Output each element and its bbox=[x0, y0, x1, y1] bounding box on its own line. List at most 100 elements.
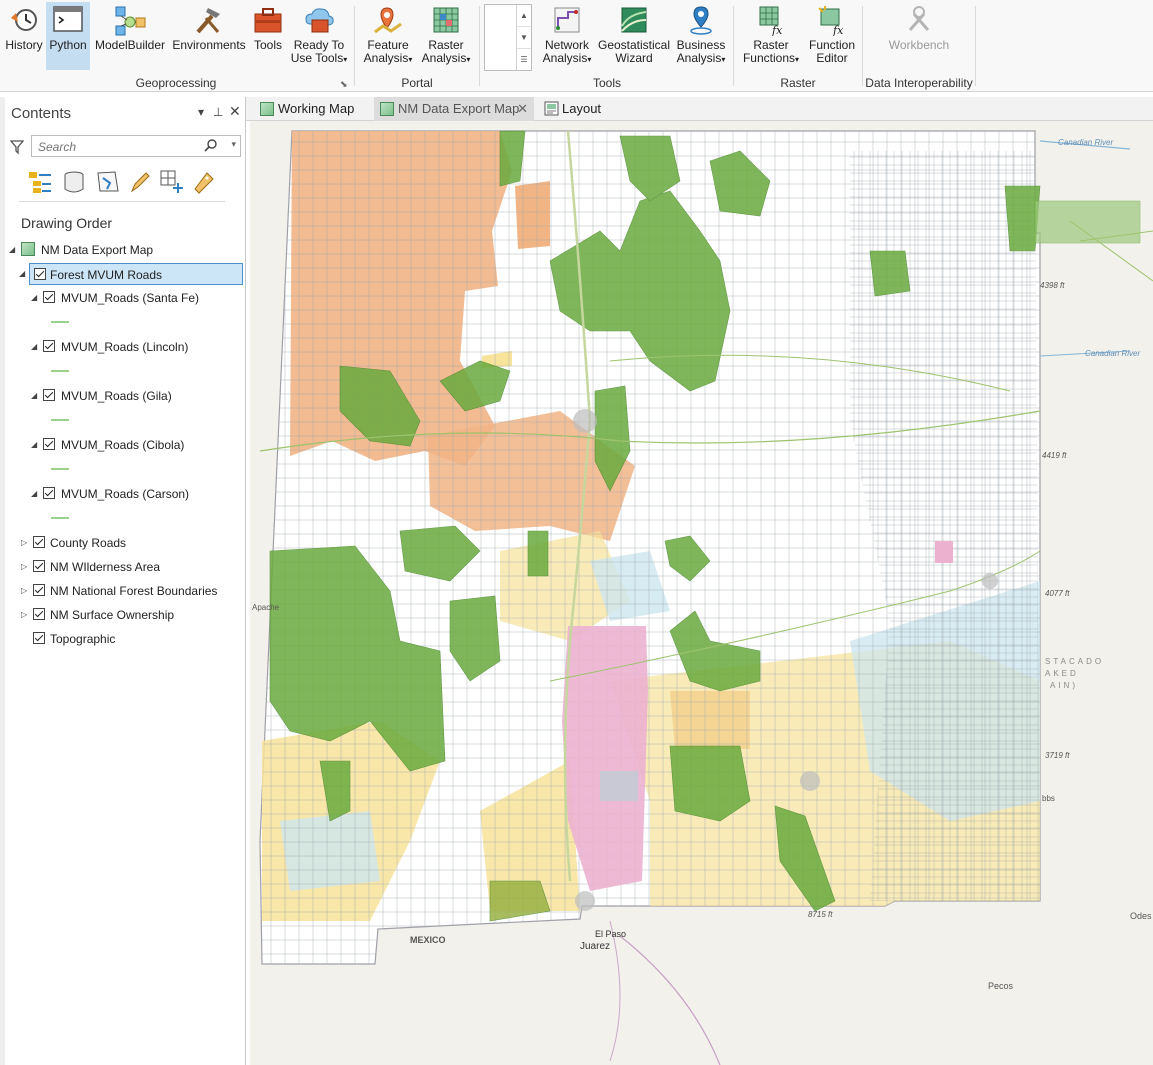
tab-working-map[interactable]: Working Map bbox=[254, 97, 368, 121]
collapse-icon[interactable]: ◢ bbox=[9, 239, 15, 261]
layer-checkbox[interactable] bbox=[33, 608, 45, 620]
list-by-data-source-icon[interactable] bbox=[61, 169, 87, 195]
search-input[interactable] bbox=[36, 139, 200, 155]
modelbuilder-label: ModelBuilder bbox=[94, 38, 166, 52]
history-label: History bbox=[5, 38, 43, 52]
python-button[interactable]: Python bbox=[46, 2, 90, 70]
tools-gallery[interactable]: ▲ ▼ ☰ bbox=[484, 4, 532, 71]
layer-checkbox[interactable] bbox=[43, 291, 55, 303]
gallery-down-icon[interactable]: ▼ bbox=[517, 27, 531, 49]
legend-symbol bbox=[51, 321, 69, 323]
search-options-icon[interactable]: ▾ bbox=[231, 139, 236, 150]
expand-icon[interactable]: ▷ bbox=[21, 604, 27, 626]
expand-icon[interactable]: ▷ bbox=[21, 556, 27, 578]
tree-layer[interactable]: ▷ NM Surface Ownership bbox=[5, 604, 243, 626]
dialog-launcher-icon[interactable]: ⬊ bbox=[340, 79, 348, 90]
environments-button[interactable]: Environments bbox=[170, 2, 248, 70]
tree-map-item[interactable]: ◢ NM Data Export Map bbox=[5, 239, 243, 261]
collapse-icon[interactable]: ◢ bbox=[31, 336, 37, 358]
list-by-snapping-icon[interactable] bbox=[159, 169, 185, 195]
cloud-toolbox-icon bbox=[305, 8, 334, 33]
feature-analysis-button[interactable]: Feature Analysis▾ bbox=[360, 2, 416, 74]
expand-icon[interactable]: ▷ bbox=[21, 580, 27, 602]
pin-icon[interactable]: ⊥ bbox=[213, 105, 223, 119]
legend-symbol bbox=[51, 370, 69, 372]
sublayer-name: MVUM_Roads (Carson) bbox=[61, 487, 190, 501]
network-analysis-button[interactable]: Network Analysis▾ bbox=[538, 2, 596, 74]
layer-checkbox[interactable] bbox=[33, 560, 45, 572]
geostatistical-wizard-button[interactable]: Geostatistical Wizard bbox=[597, 2, 671, 74]
tab-nm-data-export-map[interactable]: NM Data Export Map ✕ bbox=[374, 97, 534, 121]
toolbox-icon bbox=[254, 8, 282, 33]
workbench-label: Workbench bbox=[888, 38, 950, 52]
tree-sublayer[interactable]: ◢ MVUM_Roads (Carson) bbox=[5, 483, 243, 505]
map-view-tabs: Working Map NM Data Export Map ✕ Layout bbox=[246, 97, 1153, 121]
chevron-down-icon: ▾ bbox=[466, 55, 471, 64]
tree-layer[interactable]: ▷ NM National Forest Boundaries bbox=[5, 580, 243, 602]
tab-label: Working Map bbox=[278, 101, 355, 116]
forest-outside-state bbox=[1034, 200, 1141, 244]
tree-sublayer[interactable]: ◢ MVUM_Roads (Santa Fe) bbox=[5, 287, 243, 309]
list-by-labeling-icon[interactable] bbox=[191, 169, 217, 195]
tree-sublayer[interactable]: ◢ MVUM_Roads (Gila) bbox=[5, 385, 243, 407]
tree-sublayer[interactable]: ◢ MVUM_Roads (Lincoln) bbox=[5, 336, 243, 358]
layer-checkbox[interactable] bbox=[33, 584, 45, 596]
modelbuilder-button[interactable]: ModelBuilder bbox=[93, 2, 167, 70]
history-button[interactable]: History bbox=[3, 2, 45, 70]
group-data-interoperability: Data Interoperability bbox=[865, 76, 973, 90]
tree-sublayer[interactable]: ◢ MVUM_Roads (Cibola) bbox=[5, 434, 243, 456]
function-editor-button[interactable]: fx Function Editor bbox=[805, 2, 859, 74]
workbench-button[interactable]: Workbench bbox=[884, 2, 954, 70]
business-analysis-icon bbox=[690, 6, 712, 35]
expand-icon[interactable]: ▷ bbox=[21, 532, 27, 554]
tools-button[interactable]: Tools bbox=[250, 2, 286, 70]
pane-options-icon[interactable]: ▾ bbox=[198, 105, 204, 119]
tree-layer[interactable]: ▷ NM WIlderness Area bbox=[5, 556, 243, 578]
close-tab-icon[interactable]: ✕ bbox=[517, 97, 528, 121]
national-monument bbox=[600, 771, 638, 801]
tree-group-layer[interactable]: Forest MVUM Roads bbox=[29, 263, 243, 285]
gallery-up-icon[interactable]: ▲ bbox=[517, 5, 531, 27]
tree-layer[interactable]: ▷ County Roads bbox=[5, 532, 243, 554]
raster-functions-button[interactable]: fx Raster Functions▾ bbox=[739, 2, 803, 74]
gallery-expand-icon[interactable]: ☰ bbox=[517, 49, 531, 70]
map-view[interactable]: MEXICO El Paso Juarez Pecos Odes Canadia… bbox=[250, 121, 1153, 1065]
layer-checkbox[interactable] bbox=[33, 632, 45, 644]
map-icon bbox=[260, 102, 274, 116]
layer-checkbox[interactable] bbox=[43, 340, 55, 352]
layer-checkbox[interactable] bbox=[43, 487, 55, 499]
tab-layout[interactable]: Layout bbox=[538, 97, 618, 121]
function-editor-label2: Editor bbox=[816, 51, 848, 65]
list-by-selection-icon[interactable] bbox=[95, 169, 121, 195]
collapse-icon[interactable]: ◢ bbox=[31, 483, 37, 505]
ribbon: History Python ModelBuilder Environments bbox=[0, 0, 1153, 92]
collapse-icon[interactable]: ◢ bbox=[31, 287, 37, 309]
gallery-scroll[interactable]: ▲ ▼ ☰ bbox=[516, 5, 531, 70]
list-by-editing-icon[interactable] bbox=[127, 169, 153, 195]
layer-checkbox[interactable] bbox=[33, 536, 45, 548]
map-canvas[interactable] bbox=[250, 121, 1153, 1065]
sublayer-name: MVUM_Roads (Lincoln) bbox=[61, 340, 189, 354]
tree-layer[interactable]: Topographic bbox=[5, 628, 243, 650]
collapse-icon[interactable]: ◢ bbox=[31, 385, 37, 407]
raster-functions-icon: fx bbox=[759, 6, 783, 36]
svg-text:fx: fx bbox=[771, 24, 783, 36]
label-mexico: MEXICO bbox=[410, 935, 446, 945]
business-analysis-button[interactable]: Business Analysis▾ bbox=[673, 2, 729, 74]
layer-checkbox[interactable] bbox=[43, 438, 55, 450]
ready-to-use-tools-button[interactable]: Ready To Use Tools▾ bbox=[288, 2, 350, 74]
sublayer-name: MVUM_Roads (Cibola) bbox=[61, 438, 185, 452]
close-icon[interactable]: ✕ bbox=[229, 103, 241, 120]
layer-checkbox[interactable] bbox=[43, 389, 55, 401]
collapse-icon[interactable]: ◢ bbox=[19, 263, 25, 285]
collapse-icon[interactable]: ◢ bbox=[31, 434, 37, 456]
raster-analysis-button[interactable]: Raster Analysis▾ bbox=[418, 2, 474, 74]
search-box[interactable]: ▾ bbox=[31, 135, 241, 157]
military-land bbox=[935, 541, 953, 563]
group-raster: Raster bbox=[780, 76, 816, 90]
layer-checkbox[interactable] bbox=[34, 268, 46, 280]
list-by-drawing-order-icon[interactable] bbox=[27, 169, 53, 195]
filter-icon[interactable] bbox=[10, 139, 24, 155]
layer-name: Topographic bbox=[50, 632, 116, 646]
search-icon[interactable] bbox=[204, 139, 218, 153]
